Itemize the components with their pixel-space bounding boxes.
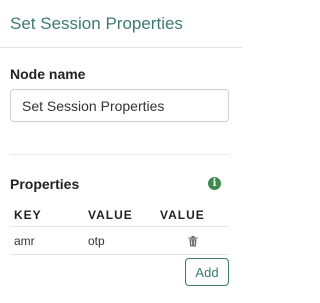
property-action-cell [156, 235, 229, 247]
info-icon[interactable]: i [208, 177, 221, 190]
header-divider [0, 47, 242, 48]
table-header: KEY VALUE VALUE [10, 203, 229, 227]
column-header-value: VALUE [88, 207, 133, 222]
property-value: otp [88, 233, 105, 248]
properties-table: KEY VALUE VALUE amr otp [10, 203, 229, 255]
node-name-input[interactable] [10, 89, 229, 122]
column-header-value-2: VALUE [160, 207, 205, 222]
column-header-key: KEY [14, 207, 42, 222]
panel-title: Set Session Properties [10, 14, 183, 33]
properties-title: Properties [10, 176, 80, 192]
add-property-button[interactable]: Add [185, 258, 229, 286]
table-row: amr otp [10, 227, 229, 255]
properties-panel: Set Session Properties Node name Propert… [0, 0, 242, 303]
section-divider [10, 154, 229, 155]
property-key: amr [14, 233, 35, 248]
trash-icon[interactable] [188, 236, 198, 247]
node-name-label: Node name [10, 66, 86, 82]
